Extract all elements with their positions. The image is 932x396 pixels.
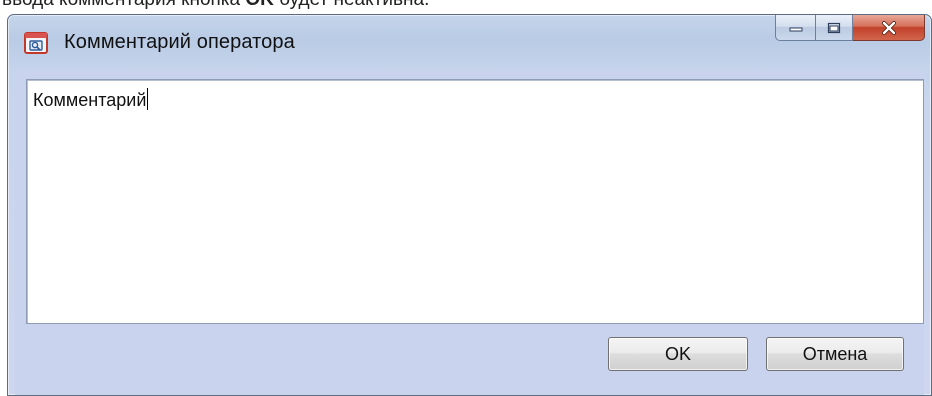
title-bar[interactable]: Комментарий оператора [8,15,931,71]
maximize-icon [827,22,841,33]
close-button[interactable] [853,15,925,41]
caption-text-end: будет неактивна. [274,0,429,10]
minimize-icon [789,27,802,31]
document-caption-text: ввода комментария кнопка OK будет неакти… [2,0,429,11]
close-icon [881,20,896,35]
comment-text-value[interactable]: Комментарий [33,88,149,111]
caption-buttons [775,15,925,43]
text-caret [147,88,149,110]
window-title: Комментарий оператора [64,31,295,53]
ok-button[interactable]: OK [608,337,748,371]
maximize-button[interactable] [815,15,853,41]
caption-text-bold: OK [245,0,274,10]
app-window-icon [24,32,48,54]
caption-text-start: ввода комментария кнопка [2,0,245,10]
comment-value: Комментарий [33,90,147,110]
dialog-client-area: Комментарий OK Отмена [15,71,924,395]
minimize-button[interactable] [775,15,815,41]
dialog-window: Комментарий оператора Комментарий OK Отм… [7,14,932,396]
comment-textarea[interactable]: Комментарий [26,79,924,324]
cancel-button[interactable]: Отмена [766,337,904,371]
